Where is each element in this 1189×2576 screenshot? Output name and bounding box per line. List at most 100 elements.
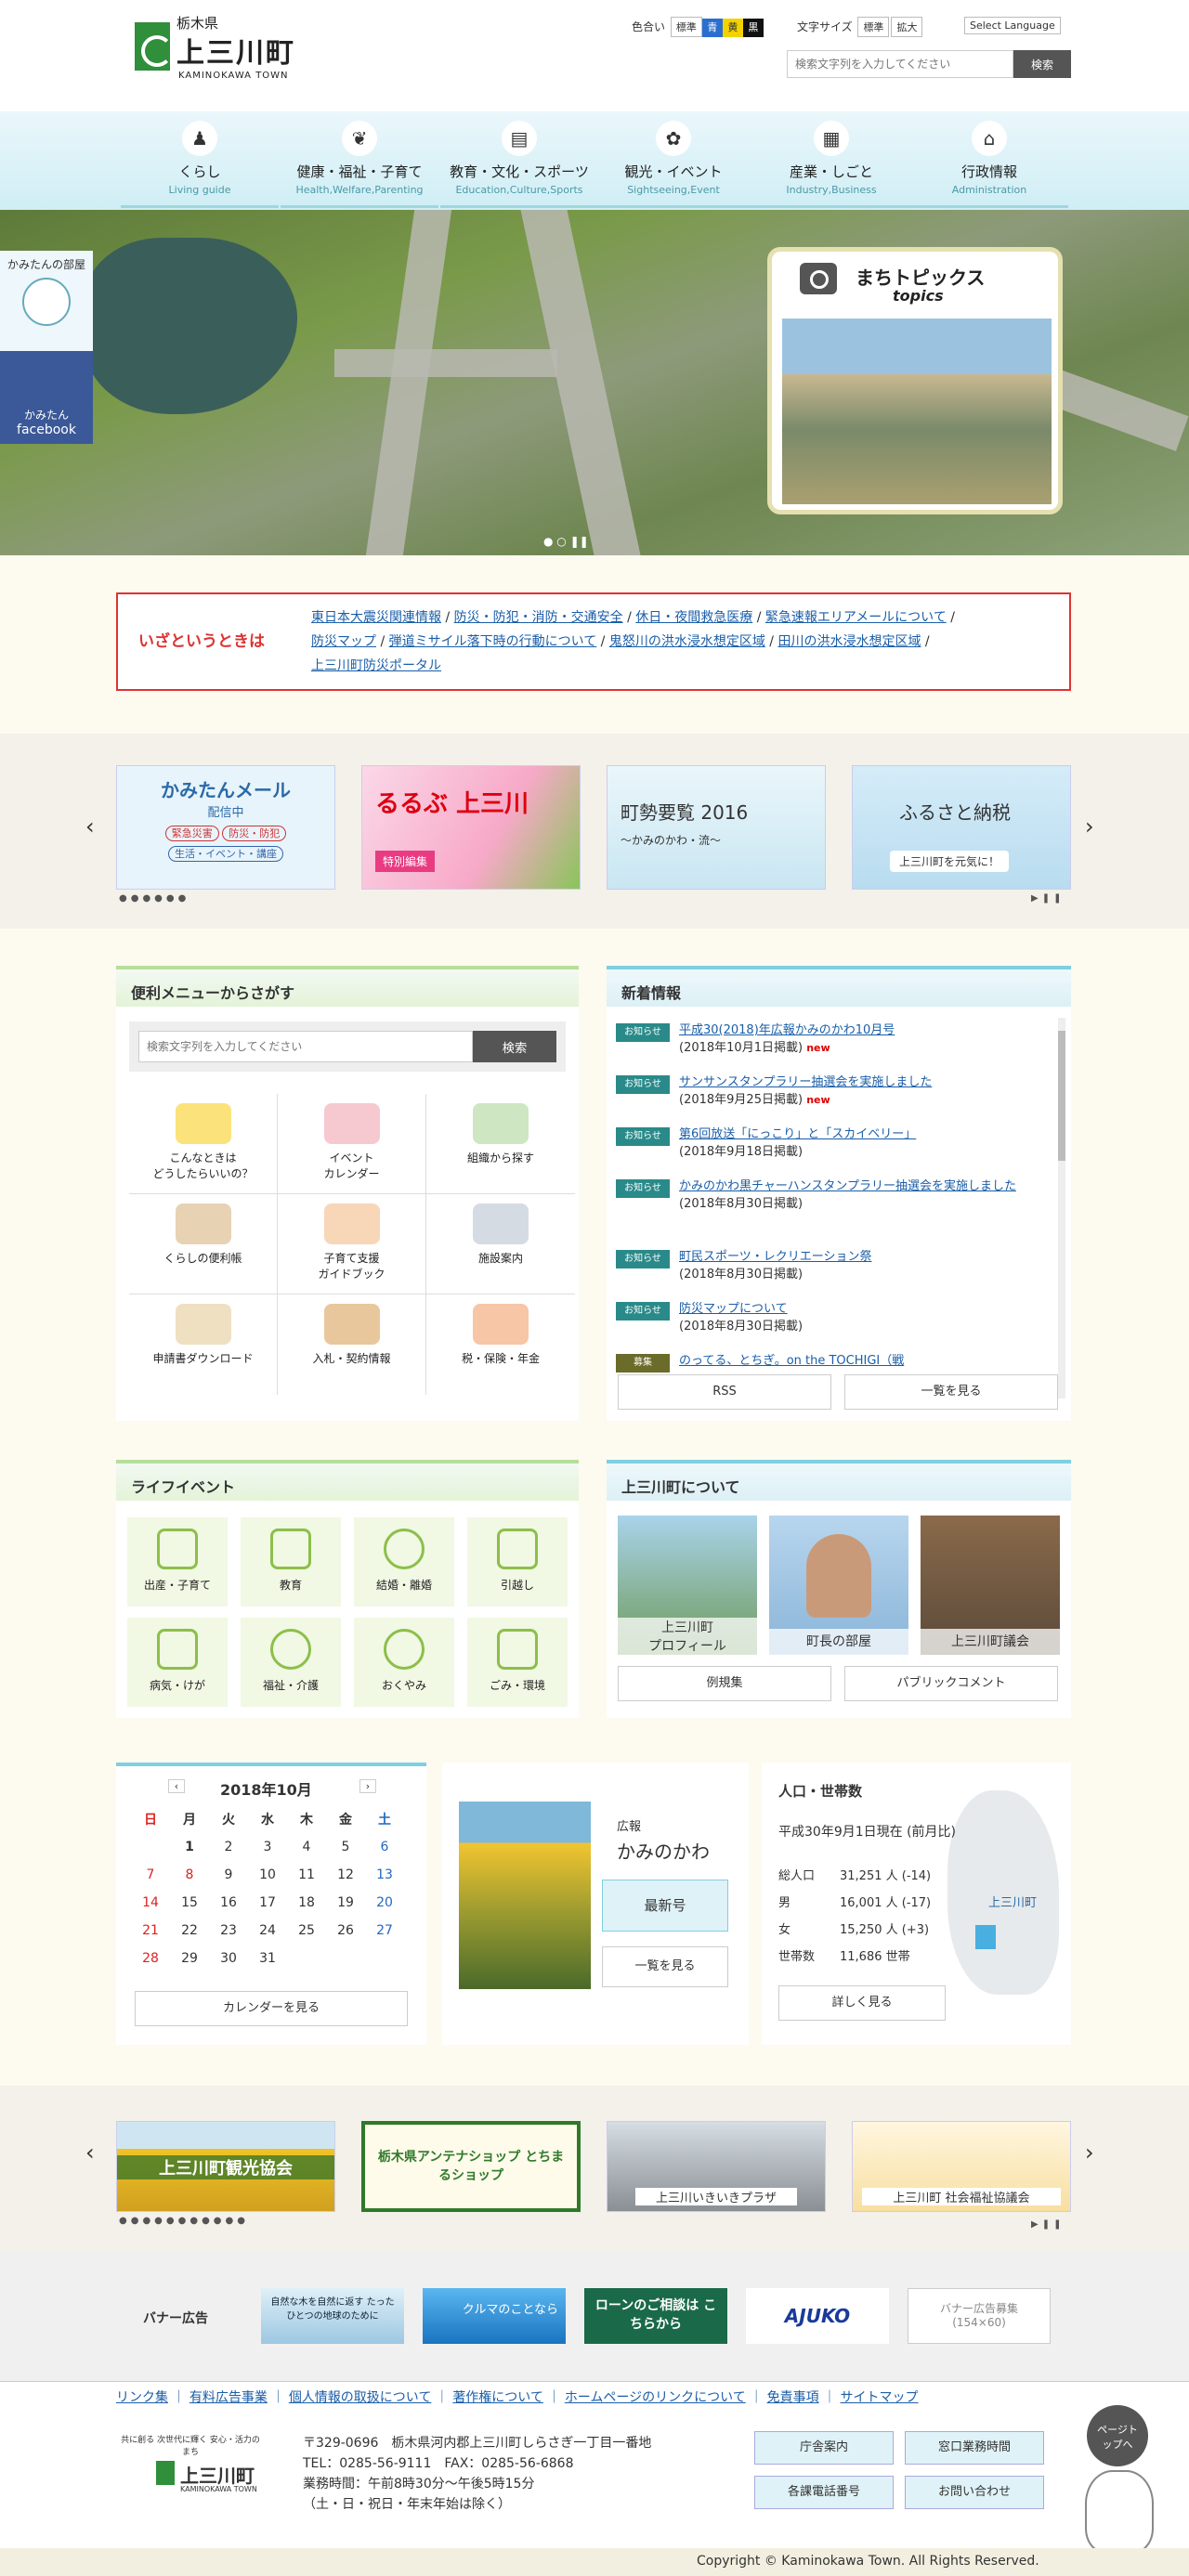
footer-link[interactable]: 免責事項: [767, 2390, 819, 2405]
footer-hours-button[interactable]: 窓口業務時間: [905, 2431, 1044, 2465]
news-item[interactable]: お知らせ サンサンスタンプラリー抽選会を実施しました (2018年9月25日掲載) …: [616, 1073, 1052, 1109]
page-top-button[interactable]: ページトップへ: [1087, 2405, 1148, 2466]
carousel-play-pause[interactable]: ▶❚❚: [1031, 893, 1065, 904]
emergency-link[interactable]: 弾道ミサイル落下時の行動について: [389, 634, 597, 649]
emergency-link[interactable]: 上三川町防災ポータル: [311, 658, 441, 673]
calendar-day[interactable]: 15: [170, 1889, 209, 1917]
scrollbar-thumb[interactable]: [1058, 1031, 1065, 1161]
calendar-day[interactable]: 14: [131, 1889, 170, 1917]
ad-recruit[interactable]: バナー広告募集 (154×60): [908, 2288, 1051, 2344]
news-item[interactable]: 募集 のってる、とちぎ。on the TOCHIGI（戦: [616, 1352, 1052, 1373]
menu-item-facility[interactable]: 施設案内: [426, 1194, 575, 1295]
ad-banner[interactable]: ローンのご相談は こちらから: [584, 2288, 727, 2344]
life-item-illness[interactable]: 病気・けが: [127, 1618, 228, 1707]
menu-item-calendar[interactable]: イベント カレンダー: [278, 1094, 426, 1194]
color-black-button[interactable]: 黒: [742, 19, 764, 37]
calendar-day[interactable]: 27: [365, 1917, 404, 1945]
calendar-day[interactable]: 23: [209, 1917, 248, 1945]
koho-list-button[interactable]: 一覧を見る: [602, 1946, 728, 1987]
calendar-day[interactable]: 1: [170, 1833, 209, 1861]
footer-link[interactable]: 個人情報の取扱について: [289, 2390, 432, 2405]
language-select[interactable]: Select Language: [964, 17, 1061, 34]
footer-link[interactable]: 著作権について: [452, 2390, 543, 2405]
news-link[interactable]: のってる、とちぎ。on the TOCHIGI（戦: [679, 1354, 904, 1368]
news-link[interactable]: 第6回放送「にっこり」と「スカイベリー」: [679, 1127, 916, 1141]
emergency-link[interactable]: 緊急速報エリアメールについて: [765, 610, 947, 625]
menu-item-guide[interactable]: くらしの便利帳: [129, 1194, 278, 1295]
header-search-button[interactable]: 検索: [1013, 50, 1071, 78]
font-standard-button[interactable]: 標準: [857, 17, 890, 37]
news-item[interactable]: お知らせ 平成30(2018)年広報かみのかわ10月号 (2018年10月1日掲載)…: [616, 1021, 1052, 1057]
calendar-day[interactable]: 4: [287, 1833, 326, 1861]
life-item-moving[interactable]: 引越し: [467, 1517, 568, 1607]
koho-latest-button[interactable]: 最新号: [602, 1880, 728, 1932]
nav-health[interactable]: ❦ 健康・福祉・子育て Health,Welfare,Parenting: [281, 117, 438, 208]
calendar-day[interactable]: 30: [209, 1945, 248, 1972]
nav-industry[interactable]: ▦ 産業・しごと Industry,Business: [752, 117, 910, 208]
calendar-day[interactable]: 7: [131, 1861, 170, 1889]
hero-pager[interactable]: ● ○ ❚❚: [543, 535, 589, 548]
banner-furusato[interactable]: ふるさと納税 上三川町を元気に！: [852, 765, 1071, 890]
ad-banner[interactable]: 自然な木を自然に返す たったひとつの地球のために: [261, 2288, 404, 2344]
menu-item-tax[interactable]: 税・保険・年金: [426, 1295, 575, 1395]
life-item-garbage[interactable]: ごみ・環境: [467, 1618, 568, 1707]
calendar-day[interactable]: 13: [365, 1861, 404, 1889]
menu-search-input[interactable]: [138, 1031, 473, 1062]
banner-welfare[interactable]: 上三川町 社会福祉協議会: [852, 2121, 1071, 2212]
reiki-button[interactable]: 例規集: [618, 1666, 831, 1701]
life-item-birth[interactable]: 出産・子育て: [127, 1517, 228, 1607]
chevron-left-icon[interactable]: ‹: [85, 813, 95, 839]
public-comment-button[interactable]: パブリックコメント: [844, 1666, 1058, 1701]
rss-button[interactable]: RSS: [618, 1374, 831, 1410]
calendar-day[interactable]: 10: [248, 1861, 287, 1889]
footer-building-button[interactable]: 庁舎案内: [754, 2431, 894, 2465]
menu-item-download[interactable]: 申請書ダウンロード: [129, 1295, 278, 1395]
ad-banner[interactable]: AJUKO: [746, 2288, 889, 2344]
calendar-day[interactable]: 26: [326, 1917, 365, 1945]
calendar-day[interactable]: 24: [248, 1917, 287, 1945]
color-yellow-button[interactable]: 黄: [722, 19, 743, 37]
news-link[interactable]: かみのかわ黒チャーハンスタンプラリー抽選会を実施しました: [679, 1179, 1016, 1193]
news-item[interactable]: お知らせ 第6回放送「にっこり」と「スカイベリー」 (2018年9月18日掲載): [616, 1125, 1052, 1161]
life-item-education[interactable]: 教育: [241, 1517, 341, 1607]
about-council-card[interactable]: 上三川町議会: [921, 1516, 1060, 1655]
calendar-day[interactable]: 29: [170, 1945, 209, 1972]
color-standard-button[interactable]: 標準: [670, 17, 702, 37]
menu-item-faq[interactable]: こんなときは どうしたらいいの？: [129, 1094, 278, 1194]
menu-item-bid[interactable]: 入札・契約情報: [278, 1295, 426, 1395]
nav-administration[interactable]: ⌂ 行政情報 Administration: [910, 117, 1068, 208]
calendar-day[interactable]: 18: [287, 1889, 326, 1917]
calendar-day[interactable]: 9: [209, 1861, 248, 1889]
chevron-right-icon[interactable]: ›: [1085, 813, 1094, 839]
news-scrollbar[interactable]: [1058, 1018, 1065, 1399]
kamitan-room-link[interactable]: かみたんの部屋: [0, 251, 93, 351]
footer-contact-button[interactable]: お問い合わせ: [905, 2476, 1044, 2509]
footer-phone-button[interactable]: 各課電話番号: [754, 2476, 894, 2509]
calendar-day[interactable]: 11: [287, 1861, 326, 1889]
koho-cover[interactable]: [459, 1802, 591, 1989]
emergency-link[interactable]: 東日本大震災関連情報: [311, 610, 441, 625]
life-item-marriage[interactable]: 結婚・離婚: [354, 1517, 454, 1607]
banner-rurubu[interactable]: るるぶ 上三川 特別編集: [361, 765, 581, 890]
news-link[interactable]: サンサンスタンプラリー抽選会を実施しました: [679, 1075, 932, 1089]
carousel-dots[interactable]: ●●●●●●●●●●●: [119, 2216, 249, 2226]
emergency-link[interactable]: 田川の洪水浸水想定区域: [777, 634, 921, 649]
ad-banner[interactable]: クルマのことなら: [423, 2288, 566, 2344]
about-mayor-card[interactable]: 町長の部屋: [769, 1516, 908, 1655]
calendar-day[interactable]: 16: [209, 1889, 248, 1917]
banner-plaza[interactable]: 上三川いきいきプラザ: [607, 2121, 826, 2212]
menu-item-org[interactable]: 組織から探す: [426, 1094, 575, 1194]
facebook-link[interactable]: かみたん facebook: [0, 351, 93, 444]
chevron-left-icon[interactable]: ‹: [85, 2140, 95, 2166]
news-list[interactable]: お知らせ 平成30(2018)年広報かみのかわ10月号 (2018年10月1日掲載)…: [607, 1012, 1071, 1402]
footer-link[interactable]: 有料広告事業: [189, 2390, 268, 2405]
emergency-link[interactable]: 鬼怒川の洪水浸水想定区域: [609, 634, 765, 649]
town-name[interactable]: 上三川町: [176, 30, 295, 71]
news-list-button[interactable]: 一覧を見る: [844, 1374, 1058, 1410]
calendar-day[interactable]: 8: [170, 1861, 209, 1889]
banner-antenna-shop[interactable]: 栃木県アンテナショップ とちまるショップ: [361, 2121, 581, 2212]
town-logo-icon[interactable]: [135, 22, 170, 71]
calendar-day[interactable]: 2: [209, 1833, 248, 1861]
news-item[interactable]: お知らせ かみのかわ黒チャーハンスタンプラリー抽選会を実施しました (2018年8月…: [616, 1177, 1052, 1213]
header-search-input[interactable]: [787, 50, 1013, 78]
